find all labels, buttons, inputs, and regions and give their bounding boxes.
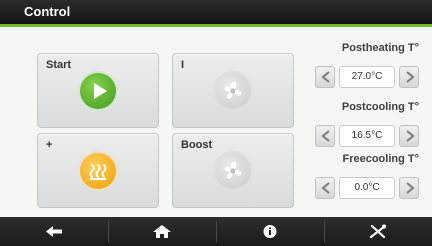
heater-button[interactable]: + (37, 133, 159, 208)
increase-button[interactable] (399, 125, 419, 147)
postheating-value[interactable]: 27.0°C (339, 66, 395, 88)
decrease-button[interactable] (315, 177, 335, 199)
chevron-left-icon (321, 130, 330, 142)
header-bar: Control (0, 0, 432, 24)
speed-i-label: I (181, 59, 185, 71)
play-icon (80, 72, 116, 109)
postheating-stepper: 27.0°C (315, 66, 419, 88)
chevron-left-icon (321, 182, 330, 194)
page-title: Control (24, 4, 71, 19)
postheating-label: Postheating T° (341, 42, 419, 54)
increase-button[interactable] (399, 177, 419, 199)
speed-i-button[interactable]: I (172, 53, 294, 128)
decrease-button[interactable] (315, 66, 335, 88)
info-icon (263, 225, 277, 238)
settings-button[interactable] (324, 217, 432, 246)
back-button[interactable] (0, 217, 108, 246)
home-button[interactable] (108, 217, 216, 246)
increase-button[interactable] (399, 66, 419, 88)
freecooling-label: Freecooling T° (342, 153, 419, 165)
fan-icon (215, 72, 251, 109)
info-button[interactable] (216, 217, 324, 246)
boost-label: Boost (181, 139, 213, 151)
decrease-button[interactable] (315, 125, 335, 147)
postcooling-label: Postcooling T° (341, 101, 419, 113)
home-icon (153, 225, 171, 238)
boost-button[interactable]: Boost (172, 133, 294, 208)
chevron-right-icon (406, 182, 415, 194)
heater-label: + (46, 139, 53, 151)
control-screen: Control Start I + Boost Postheating T° 2… (0, 0, 432, 246)
postcooling-value[interactable]: 16.5°C (339, 125, 395, 147)
start-label: Start (46, 59, 72, 71)
accent-line (0, 24, 432, 27)
back-arrow-icon (46, 226, 62, 237)
start-button[interactable]: Start (37, 53, 159, 128)
freecooling-stepper: 0.0°C (315, 177, 419, 199)
chevron-left-icon (321, 71, 330, 83)
heater-icon (80, 152, 116, 189)
postcooling-stepper: 16.5°C (315, 125, 419, 147)
chevron-right-icon (406, 71, 415, 83)
chevron-right-icon (406, 130, 415, 142)
fan-icon (215, 152, 251, 189)
tools-icon (369, 224, 387, 239)
bottom-nav (0, 217, 432, 246)
freecooling-value[interactable]: 0.0°C (339, 177, 395, 199)
